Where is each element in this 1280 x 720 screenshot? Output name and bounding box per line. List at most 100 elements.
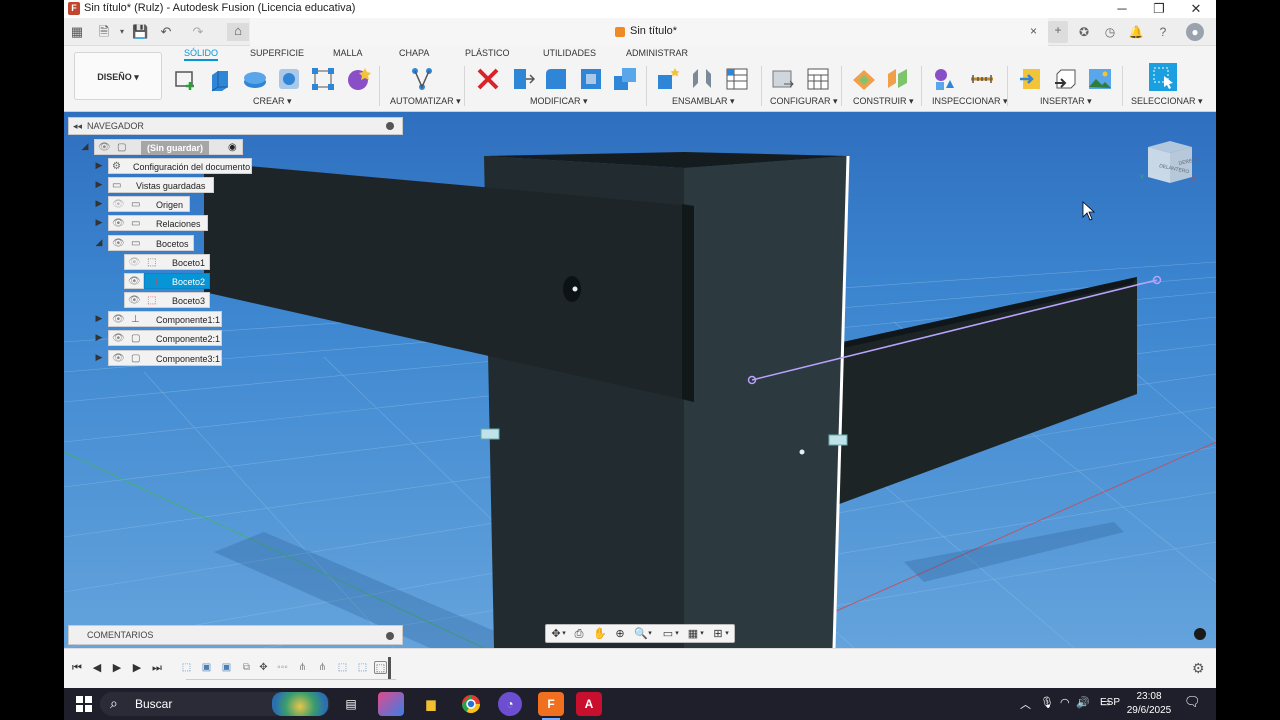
group-assemble-label[interactable]: ENSAMBLAR ▾ xyxy=(672,96,735,107)
browser-node-sketch3[interactable]: 👁 ⬚ Boceto3 xyxy=(124,292,214,308)
tab-utilities[interactable]: UTILIDADES xyxy=(543,47,596,61)
press-pull-icon[interactable] xyxy=(509,66,535,92)
tab-manage[interactable]: ADMINISTRAR xyxy=(626,47,688,61)
activate-radio-icon[interactable]: ◉ xyxy=(228,141,237,155)
3d-scene[interactable] xyxy=(64,112,1216,648)
post-right-face[interactable] xyxy=(684,156,848,648)
group-configure-label[interactable]: CONFIGURAR ▾ xyxy=(770,96,838,107)
fillet-icon[interactable] xyxy=(543,66,569,92)
new-component-icon[interactable] xyxy=(655,66,681,92)
pin-comments-icon[interactable] xyxy=(386,632,394,640)
browser-node-component3[interactable]: ▶ 👁 ▢ Componente3:1 xyxy=(94,350,224,366)
copilot-icon[interactable] xyxy=(378,692,404,716)
browser-node-sketch1[interactable]: 👁 ⬚ Boceto1 xyxy=(124,254,214,270)
visibility-eye-icon[interactable]: 👁 xyxy=(112,313,125,327)
display-dropdown-icon[interactable]: ▾ xyxy=(673,627,681,641)
browser-node-document-settings[interactable]: ▶ ⚙ Configuración del documento xyxy=(94,158,254,174)
system-clock[interactable]: 23:08 29/6/2025 xyxy=(1124,690,1174,718)
grid-dropdown-icon[interactable]: ▾ xyxy=(698,627,706,641)
visibility-eye-icon[interactable]: 👁 xyxy=(112,198,125,212)
3d-viewport[interactable] xyxy=(64,112,1216,648)
browser-root-node[interactable]: ◢ 👁 ▢ (Sin guardar) ◉ xyxy=(80,139,250,155)
close-window-button[interactable]: ✕ xyxy=(1178,0,1214,18)
hole-feature[interactable] xyxy=(563,276,581,302)
pin-panel-icon[interactable] xyxy=(386,122,394,130)
look-at-icon[interactable]: ⎙ xyxy=(571,627,587,641)
display-settings-icon[interactable] xyxy=(1194,628,1206,640)
browser-node-component1[interactable]: ▶ 👁 ⊥ Componente1:1 xyxy=(94,311,224,327)
taskbar-search[interactable]: ⌕ Buscar xyxy=(100,692,330,716)
offset-plane-icon[interactable] xyxy=(851,66,877,92)
undo-icon[interactable]: ↶ xyxy=(158,24,174,40)
expand-arrow-icon[interactable]: ▶ xyxy=(94,160,104,171)
app-grid-icon[interactable]: ▦ xyxy=(69,24,85,40)
browser-node-relations[interactable]: ▶ 👁 ▭ Relaciones xyxy=(94,215,214,231)
comments-panel[interactable]: COMENTARIOS xyxy=(68,625,403,645)
play-icon[interactable]: ▶ xyxy=(110,661,124,675)
step-forward-icon[interactable]: ▶ xyxy=(130,661,144,675)
hole-icon[interactable] xyxy=(276,66,302,92)
tab-sheet-metal[interactable]: CHAPA xyxy=(399,47,429,61)
redo-icon[interactable]: ↷ xyxy=(190,24,206,40)
sketch-point[interactable] xyxy=(572,286,578,292)
configuration-table-icon[interactable] xyxy=(805,66,831,92)
timeline-sketch-icon[interactable]: ⬚ xyxy=(180,661,193,674)
joint-icon[interactable] xyxy=(689,66,715,92)
timeline-move-icon[interactable]: ✥ xyxy=(257,661,270,674)
group-inspect-label[interactable]: INSPECCIONAR ▾ xyxy=(932,96,1008,107)
expand-arrow-icon[interactable]: ▶ xyxy=(94,352,104,363)
autodesk-icon[interactable]: A xyxy=(576,692,602,716)
tab-solid[interactable]: SÓLIDO xyxy=(184,47,219,61)
minimize-button[interactable]: ─ xyxy=(1104,0,1140,18)
browser-node-component2[interactable]: ▶ 👁 ▢ Componente2:1 xyxy=(94,330,224,346)
browser-node-sketches[interactable]: ◢ 👁 ▭ Bocetos xyxy=(94,235,214,251)
visibility-eye-icon[interactable]: 👁 xyxy=(112,332,125,346)
go-to-start-icon[interactable]: ⏮ xyxy=(70,661,84,675)
group-create-label[interactable]: CREAR ▾ xyxy=(253,96,292,107)
task-view-icon[interactable]: ▤ xyxy=(338,692,364,716)
create-form-icon[interactable] xyxy=(345,66,371,92)
visibility-eye-icon[interactable]: 👁 xyxy=(128,256,141,270)
notification-center-icon[interactable]: 🗨 xyxy=(1184,694,1201,710)
timeline-settings-icon[interactable]: ⚙ xyxy=(1192,660,1205,677)
browser-node-saved-views[interactable]: ▶ ▭ Vistas guardadas xyxy=(94,177,224,193)
joint-glyph[interactable] xyxy=(480,428,500,440)
go-to-end-icon[interactable]: ⏭ xyxy=(150,661,164,675)
delete-icon[interactable] xyxy=(475,66,501,92)
configure-icon[interactable] xyxy=(770,66,796,92)
insert-canvas-icon[interactable] xyxy=(1087,66,1113,92)
wifi-icon[interactable]: ◠ xyxy=(1060,696,1070,709)
show-hidden-icons[interactable]: ︿ xyxy=(1020,696,1031,712)
group-construct-label[interactable]: CONSTRUIR ▾ xyxy=(853,96,914,107)
insert-derive-icon[interactable] xyxy=(1018,66,1044,92)
revolve-icon[interactable] xyxy=(242,66,268,92)
expand-arrow-icon[interactable]: ◢ xyxy=(80,141,90,152)
shell-icon[interactable] xyxy=(578,66,604,92)
visibility-eye-icon[interactable]: 👁 xyxy=(112,237,125,251)
create-sketch-icon[interactable] xyxy=(172,66,198,92)
viewports-dropdown-icon[interactable]: ▾ xyxy=(723,627,731,641)
expand-arrow-icon[interactable]: ▶ xyxy=(94,179,104,190)
tab-plastic[interactable]: PLÁSTICO xyxy=(465,47,510,61)
timeline-sketch-icon[interactable]: ⬚ xyxy=(336,661,349,674)
timeline-extrude-icon[interactable]: ▣ xyxy=(220,661,233,674)
select-icon[interactable] xyxy=(1148,62,1178,92)
browser-node-origin[interactable]: ▶ 👁 ▭ Origen xyxy=(94,196,204,212)
expand-arrow-icon[interactable]: ▶ xyxy=(94,217,104,228)
interference-icon[interactable] xyxy=(969,66,995,92)
close-tab-button[interactable]: × xyxy=(1030,24,1037,38)
chrome-icon[interactable] xyxy=(458,692,484,716)
timeline-rigid-group-icon[interactable]: ◦◦◦ xyxy=(276,661,289,674)
plane-at-angle-icon[interactable] xyxy=(885,66,911,92)
collapse-arrow-icon[interactable]: ◢ xyxy=(94,237,104,248)
timeline-joint-icon[interactable]: ⋔ xyxy=(316,661,329,674)
combine-icon[interactable] xyxy=(612,66,638,92)
home-icon[interactable]: ⌂ xyxy=(227,23,249,41)
visibility-eye-icon[interactable]: 👁 xyxy=(98,141,111,155)
file-menu-icon[interactable]: 🗎 xyxy=(96,24,112,40)
fusion-taskbar-icon[interactable]: F xyxy=(538,692,564,716)
job-status-icon[interactable]: ◷ xyxy=(1101,23,1119,41)
automate-icon[interactable] xyxy=(409,66,435,92)
joint-glyph[interactable] xyxy=(828,434,848,446)
timeline-extrude-icon[interactable]: ▣ xyxy=(200,661,213,674)
